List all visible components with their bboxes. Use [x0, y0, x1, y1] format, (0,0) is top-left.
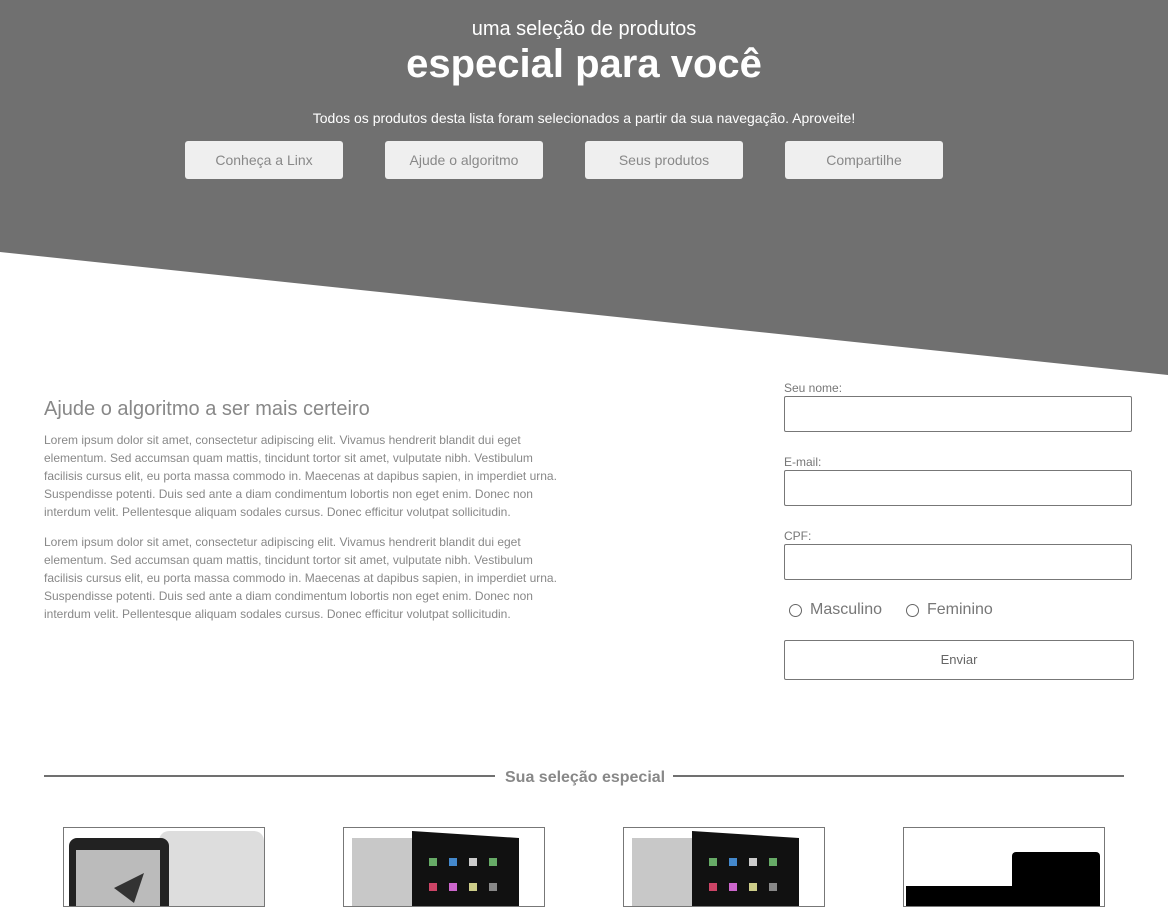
product-image	[69, 831, 264, 906]
product-card[interactable]	[903, 827, 1105, 907]
radio-masculino[interactable]: Masculino	[789, 601, 882, 619]
hero-subtitle: uma seleção de produtos	[471, 18, 697, 40]
email-input[interactable]	[784, 470, 1132, 506]
radio-feminino[interactable]: Feminino	[906, 601, 993, 619]
radio-circle-icon[interactable]	[789, 603, 802, 617]
product-card[interactable]	[623, 827, 825, 907]
radio-label: Feminino	[927, 601, 993, 618]
cpf-label: CPF:	[784, 529, 812, 543]
name-input[interactable]	[784, 396, 1132, 432]
radio-circle-icon[interactable]	[906, 603, 919, 617]
product-card[interactable]	[343, 827, 545, 907]
radio-label: Masculino	[810, 601, 883, 618]
cpf-input[interactable]	[784, 544, 1132, 580]
hero-title: especial para você	[406, 42, 762, 86]
name-label: Seu nome:	[784, 381, 843, 395]
hero-description: Todos os produtos desta lista foram sele…	[312, 110, 856, 126]
conheca-linx-button[interactable]: Conheça a Linx	[185, 141, 343, 179]
divider	[673, 775, 1124, 777]
product-image	[632, 831, 799, 906]
info-heading: Ajude o algoritmo a ser mais certeiro	[44, 398, 370, 420]
seus-produtos-button[interactable]: Seus produtos	[585, 141, 743, 179]
product-image	[352, 831, 519, 906]
divider	[44, 775, 495, 777]
compartilhe-button[interactable]: Compartilhe	[785, 141, 943, 179]
info-paragraph: Lorem ipsum dolor sit amet, consectetur …	[44, 433, 557, 519]
submit-button[interactable]: Enviar	[784, 640, 1134, 680]
info-section: Ajude o algoritmo a ser mais certeiro Lo…	[44, 398, 564, 635]
product-card[interactable]	[63, 827, 265, 907]
ajude-algoritmo-button[interactable]: Ajude o algoritmo	[385, 141, 543, 179]
info-paragraph: Lorem ipsum dolor sit amet, consectetur …	[44, 535, 557, 621]
email-label: E-mail:	[784, 455, 822, 469]
selection-title: Sua seleção especial	[505, 769, 666, 786]
product-image	[906, 852, 1100, 906]
